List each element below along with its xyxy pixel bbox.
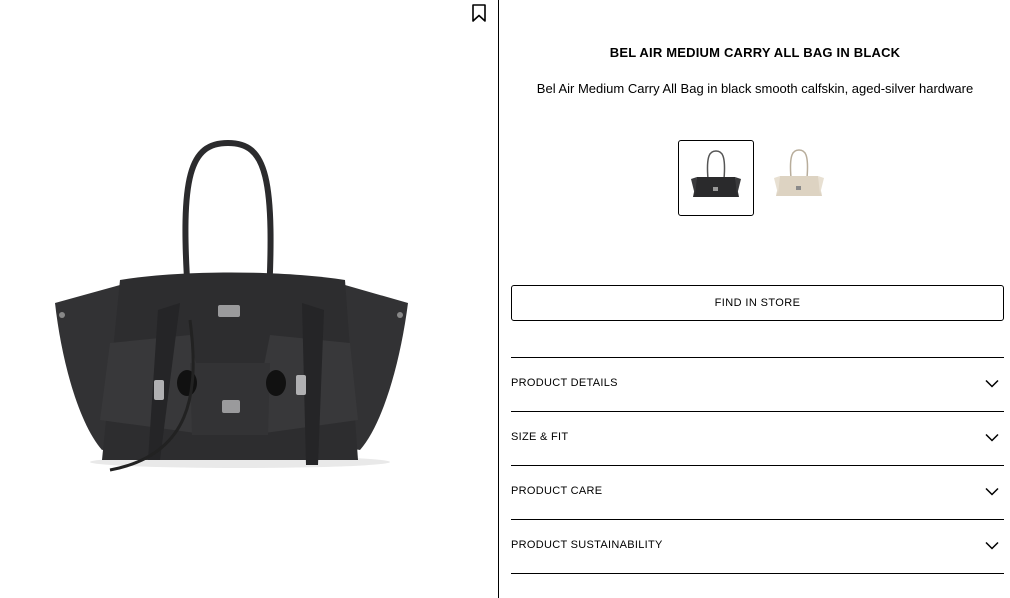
chevron-down-icon	[985, 379, 999, 388]
swatch-beige-image	[774, 149, 824, 196]
accordion-size-fit[interactable]: SIZE & FIT	[511, 412, 1004, 466]
accordion-product-details[interactable]: PRODUCT DETAILS	[511, 358, 1004, 412]
product-title: BEL AIR MEDIUM CARRY ALL BAG IN BLACK	[609, 45, 901, 60]
find-in-store-button[interactable]: FIND IN STORE	[511, 285, 1004, 321]
product-gallery	[0, 0, 499, 598]
product-info-panel: BEL AIR MEDIUM CARRY ALL BAG IN BLACK Be…	[500, 0, 1010, 598]
chevron-down-icon	[985, 487, 999, 496]
accordion-product-care[interactable]: PRODUCT CARE	[511, 466, 1004, 520]
product-image	[55, 139, 408, 472]
product-description: Bel Air Medium Carry All Bag in black sm…	[536, 81, 974, 96]
chevron-down-icon	[985, 541, 999, 550]
accordion-label: PRODUCT DETAILS	[511, 377, 618, 389]
accordion-label: PRODUCT SUSTAINABILITY	[511, 539, 663, 551]
accordion-label: PRODUCT CARE	[511, 485, 603, 497]
product-accordion: PRODUCT DETAILS SIZE & FIT PRODUCT CARE …	[511, 357, 1004, 574]
accordion-product-sustainability[interactable]: PRODUCT SUSTAINABILITY	[511, 520, 1004, 574]
accordion-label: SIZE & FIT	[511, 431, 569, 443]
swatch-black-image	[691, 150, 741, 197]
bookmark-icon[interactable]	[470, 3, 488, 23]
color-swatch-black[interactable]	[678, 140, 754, 216]
chevron-down-icon	[985, 433, 999, 442]
color-swatch-beige[interactable]	[762, 140, 838, 216]
